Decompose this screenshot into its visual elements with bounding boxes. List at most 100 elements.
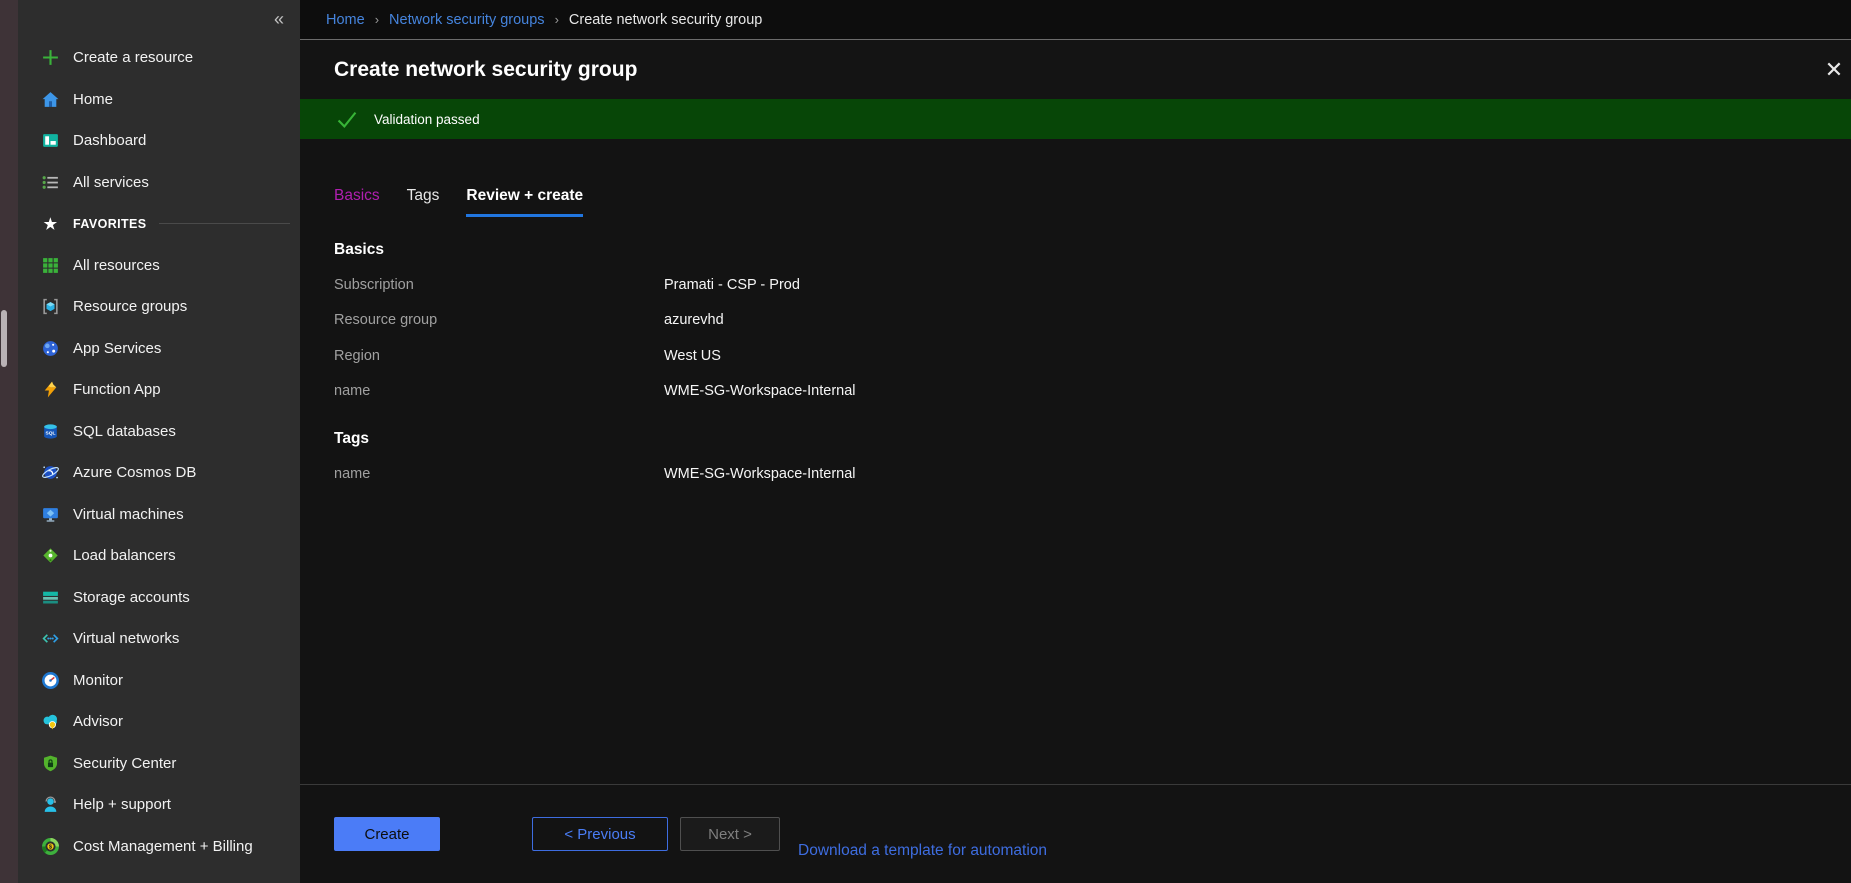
all-resources-icon — [41, 256, 60, 275]
sidebar-item-virtual-networks[interactable]: Virtual networks — [18, 618, 300, 660]
sidebar-item-security-center[interactable]: Security Center — [18, 743, 300, 785]
sidebar-item-label: Monitor — [73, 672, 123, 689]
sidebar-item-help-support[interactable]: Help + support — [18, 784, 300, 826]
breadcrumb-nsg-link[interactable]: Network security groups — [389, 12, 545, 28]
sidebar-item-label: Create a resource — [73, 49, 193, 66]
close-icon[interactable]: ✕ — [1819, 59, 1849, 81]
sidebar-item-label: All services — [73, 174, 149, 191]
basics-rows: Subscription Pramati - CSP - Prod Resour… — [334, 267, 1851, 409]
sidebar-item-label: Resource groups — [73, 298, 187, 315]
main-panel: Home › Network security groups › Create … — [300, 0, 1851, 883]
section-title-tags: Tags — [334, 430, 1851, 448]
review-row-resource-group: Resource group azurevhd — [334, 303, 1851, 339]
star-icon: ★ — [41, 214, 60, 233]
sidebar-item-app-services[interactable]: App Services — [18, 328, 300, 370]
sidebar-item-label: Function App — [73, 381, 161, 398]
tab-tags[interactable]: Tags — [407, 187, 440, 217]
sidebar-item-label: Cost Management + Billing — [73, 838, 253, 855]
sidebar-item-function-app[interactable]: Function App — [18, 369, 300, 411]
sidebar-item-dashboard[interactable]: Dashboard — [18, 120, 300, 162]
breadcrumb-current: Create network security group — [569, 12, 762, 28]
page-header: Create network security group ✕ — [300, 40, 1851, 99]
check-icon — [336, 110, 358, 129]
sidebar-item-home[interactable]: Home — [18, 79, 300, 121]
page-title: Create network security group — [334, 58, 637, 82]
sidebar: « Create a resource Home Dashboard All s… — [18, 0, 300, 883]
home-icon — [41, 90, 60, 109]
svg-text:SQL: SQL — [46, 430, 56, 436]
validation-banner: Validation passed — [300, 99, 1851, 139]
row-value: WME-SG-Workspace-Internal — [664, 466, 856, 482]
breadcrumb: Home › Network security groups › Create … — [300, 0, 1851, 40]
sidebar-collapse-row: « — [18, 0, 300, 37]
validation-banner-text: Validation passed — [374, 112, 480, 127]
favorites-divider — [159, 223, 290, 224]
sidebar-item-label: Load balancers — [73, 547, 176, 564]
advisor-icon — [41, 712, 60, 731]
sidebar-item-resource-groups[interactable]: Resource groups — [18, 286, 300, 328]
tab-bar: Basics Tags Review + create — [334, 187, 1851, 217]
section-title-basics: Basics — [334, 241, 1851, 259]
previous-button[interactable]: < Previous — [532, 817, 668, 851]
review-row-name: name WME-SG-Workspace-Internal — [334, 374, 1851, 410]
row-label: Resource group — [334, 312, 664, 328]
sidebar-item-label: Security Center — [73, 755, 176, 772]
review-row-tag-name: name WME-SG-Workspace-Internal — [334, 456, 1851, 492]
favorites-label: FAVORITES — [73, 217, 147, 231]
tab-basics[interactable]: Basics — [334, 187, 380, 217]
all-services-icon — [41, 173, 60, 192]
collapse-sidebar-icon[interactable]: « — [274, 10, 284, 28]
sidebar-item-azure-cosmos-db[interactable]: Azure Cosmos DB — [18, 452, 300, 494]
sidebar-item-label: Dashboard — [73, 132, 146, 149]
download-template-link[interactable]: Download a template for automation — [798, 842, 1047, 860]
row-value: West US — [664, 348, 721, 364]
sidebar-item-create-a-resource[interactable]: Create a resource — [18, 37, 300, 79]
sidebar-item-label: Storage accounts — [73, 589, 190, 606]
sidebar-item-label: Home — [73, 91, 113, 108]
virtual-machines-icon — [41, 505, 60, 524]
tags-rows: name WME-SG-Workspace-Internal — [334, 456, 1851, 492]
review-content: Basics Tags Review + create Basics Subsc… — [300, 139, 1851, 883]
sidebar-item-label: Advisor — [73, 713, 123, 730]
virtual-networks-icon — [41, 629, 60, 648]
sidebar-item-label: SQL databases — [73, 423, 176, 440]
scrollbar-thumb[interactable] — [1, 310, 7, 367]
breadcrumb-home-link[interactable]: Home — [326, 12, 365, 28]
sidebar-item-virtual-machines[interactable]: Virtual machines — [18, 494, 300, 536]
sidebar-item-label: Azure Cosmos DB — [73, 464, 196, 481]
sidebar-item-storage-accounts[interactable]: Storage accounts — [18, 577, 300, 619]
row-value: WME-SG-Workspace-Internal — [664, 383, 856, 399]
sidebar-item-monitor[interactable]: Monitor — [18, 660, 300, 702]
storage-accounts-icon — [41, 588, 60, 607]
sidebar-item-label: Virtual networks — [73, 630, 179, 647]
row-label: name — [334, 383, 664, 399]
tab-review-create[interactable]: Review + create — [466, 187, 583, 217]
security-center-icon — [41, 754, 60, 773]
sidebar-item-all-resources[interactable]: All resources — [18, 245, 300, 287]
sidebar-item-all-services[interactable]: All services — [18, 162, 300, 204]
row-label: Region — [334, 348, 664, 364]
sidebar-item-cost-management-billing[interactable]: $ Cost Management + Billing — [18, 826, 300, 868]
row-label: name — [334, 466, 664, 482]
monitor-icon — [41, 671, 60, 690]
review-row-subscription: Subscription Pramati - CSP - Prod — [334, 267, 1851, 303]
next-button[interactable]: Next > — [680, 817, 780, 851]
cost-management-icon: $ — [41, 837, 60, 856]
favorites-header: ★ FAVORITES — [18, 203, 300, 245]
sidebar-item-load-balancers[interactable]: Load balancers — [18, 535, 300, 577]
sidebar-item-label: All resources — [73, 257, 160, 274]
create-button[interactable]: Create — [334, 817, 440, 851]
sidebar-item-sql-databases[interactable]: SQL SQL databases — [18, 411, 300, 453]
breadcrumb-separator: › — [375, 12, 379, 27]
resource-groups-icon — [41, 297, 60, 316]
sql-databases-icon: SQL — [41, 422, 60, 441]
function-app-icon — [41, 380, 60, 399]
row-value: Pramati - CSP - Prod — [664, 277, 800, 293]
plus-icon — [41, 48, 60, 67]
sidebar-item-advisor[interactable]: Advisor — [18, 701, 300, 743]
sidebar-item-label: App Services — [73, 340, 161, 357]
footer-action-bar: Create < Previous Next > Download a temp… — [300, 784, 1851, 883]
breadcrumb-separator: › — [555, 12, 559, 27]
row-label: Subscription — [334, 277, 664, 293]
app-services-icon — [41, 339, 60, 358]
